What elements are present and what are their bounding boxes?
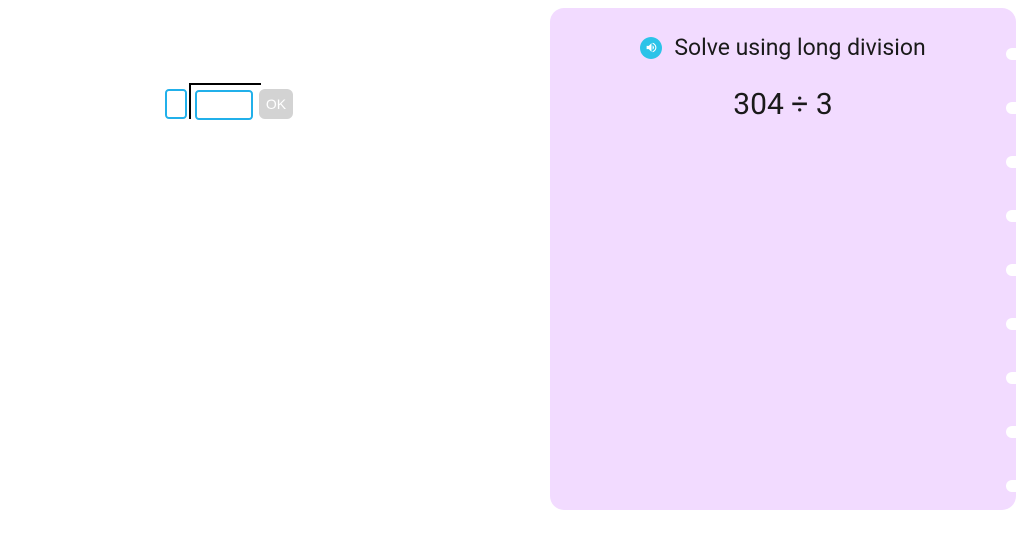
spiral-hole [1006, 372, 1020, 384]
spiral-hole [1006, 156, 1020, 168]
long-division-setup: OK [165, 85, 293, 120]
spiral-hole [1006, 210, 1020, 222]
instruction-panel: Solve using long division 304 ÷ 3 [550, 8, 1016, 510]
instruction-text: Solve using long division [674, 34, 925, 61]
workspace-area: OK [0, 0, 540, 560]
spiral-hole [1006, 102, 1020, 114]
spiral-hole [1006, 480, 1020, 492]
spiral-hole [1006, 264, 1020, 276]
spiral-hole [1006, 318, 1020, 330]
spiral-hole [1006, 426, 1020, 438]
divisor-input[interactable] [165, 89, 187, 119]
spiral-hole [1006, 48, 1020, 60]
speaker-icon[interactable] [640, 37, 662, 59]
notebook-spiral-holes [1006, 48, 1020, 492]
problem-expression: 304 ÷ 3 [550, 87, 1016, 122]
dividend-container [191, 85, 253, 120]
instruction-header: Solve using long division [550, 8, 1016, 61]
dividend-input[interactable] [195, 90, 253, 120]
ok-button[interactable]: OK [259, 89, 293, 119]
